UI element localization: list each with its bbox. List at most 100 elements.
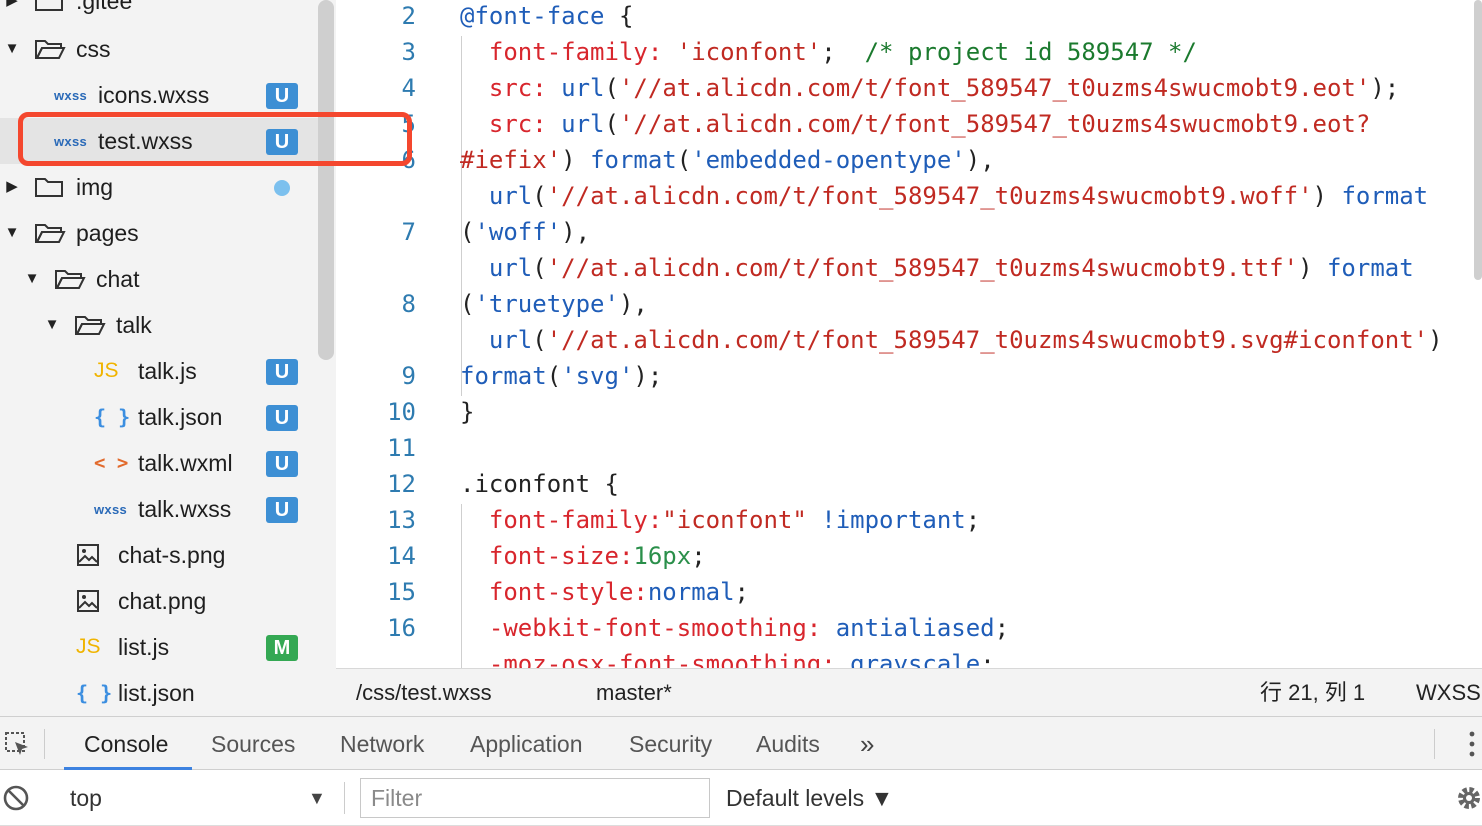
git-status-badge: U xyxy=(266,405,298,431)
file-icon: wxss xyxy=(94,496,127,522)
tab-application[interactable]: Application xyxy=(470,717,583,771)
code-token: @font-face xyxy=(460,2,605,30)
toolbar-divider xyxy=(44,729,45,759)
gear-icon[interactable] xyxy=(1456,784,1482,812)
image-file-icon xyxy=(76,543,100,567)
status-file-path: /css/test.wxss xyxy=(356,680,492,705)
chevron-right-icon[interactable]: ▶ xyxy=(4,177,20,197)
code-token: ) xyxy=(1298,254,1327,282)
code-token: ( xyxy=(460,218,475,246)
tree-item-img[interactable]: ▶ img xyxy=(0,164,318,210)
line-number: 2 xyxy=(401,2,416,30)
code-token: ) xyxy=(1312,182,1342,210)
tree-item-talk-js[interactable]: JS talk.js U xyxy=(0,348,318,394)
json-file-icon: { } xyxy=(76,681,113,705)
tree-item-talk-json[interactable]: { } talk.json U xyxy=(0,394,318,440)
log-levels-dropdown[interactable]: Default levels ▼ xyxy=(726,778,893,818)
code-token: antialiased xyxy=(835,614,995,642)
wxss-file-icon: wxss xyxy=(54,87,88,103)
status-cursor-position[interactable]: 行 21, 列 1 xyxy=(1260,669,1365,717)
tree-scrollbar[interactable] xyxy=(318,0,334,360)
selection-highlight-box xyxy=(18,112,412,166)
code-token: !important xyxy=(821,506,966,534)
tree-item-label: chat-s.png xyxy=(118,542,226,568)
status-language[interactable]: WXSS xyxy=(1416,669,1481,717)
context-selector[interactable]: top ▼ xyxy=(56,778,336,818)
tab-sources[interactable]: Sources xyxy=(211,717,295,771)
code-token: format xyxy=(460,362,547,390)
inspect-element-icon[interactable] xyxy=(4,731,30,757)
code-token: 'woff' xyxy=(474,218,562,246)
js-file-icon: JS xyxy=(94,359,119,382)
code-token: -moz-osx-font-smoothing: xyxy=(460,650,851,668)
code-token: ; xyxy=(994,614,1010,642)
line-number: 3 xyxy=(401,38,416,66)
line-number: 13 xyxy=(387,506,416,534)
code-token: ), xyxy=(618,290,648,318)
clear-console-icon[interactable] xyxy=(2,784,30,812)
filter-placeholder: Filter xyxy=(371,785,423,811)
toolbar-divider xyxy=(1434,729,1435,759)
code-token: '//at.alicdn.com/t/font_589547_t0uzms4sw… xyxy=(618,74,1371,102)
code-token: -webkit-font-smoothing: xyxy=(460,614,836,642)
code-line: -moz-osx-font-smoothing: grayscale; xyxy=(460,646,995,668)
tree-item-chat-png[interactable]: chat.png xyxy=(0,578,318,624)
folder-open-icon xyxy=(54,266,86,292)
context-selector-value: top xyxy=(70,785,102,811)
tree-item-list-json[interactable]: { } list.json xyxy=(0,670,318,716)
wxml-file-icon: < > xyxy=(94,452,129,474)
tab-audits[interactable]: Audits xyxy=(756,717,820,771)
tree-item-talk-wxml[interactable]: < > talk.wxml U xyxy=(0,440,318,486)
line-number: 4 xyxy=(401,74,416,102)
code-token: ( xyxy=(532,182,547,210)
code-token: 'embedded-opentype' xyxy=(691,146,966,174)
line-number: 12 xyxy=(387,470,416,498)
tree-item-talk-wxss[interactable]: wxss talk.wxss U xyxy=(0,486,318,532)
code-token: font-family: xyxy=(460,506,663,534)
status-bar: /css/test.wxss master* 行 21, 列 1 WXSS xyxy=(336,668,1482,717)
code-token: format xyxy=(590,146,677,174)
code-line: -webkit-font-smoothing: antialiased; xyxy=(460,610,1009,646)
tab-console[interactable]: Console xyxy=(84,717,168,771)
chevron-down-icon[interactable]: ▼ xyxy=(24,269,40,289)
file-icon: < > xyxy=(94,450,128,476)
tree-item-chat-s-png[interactable]: chat-s.png xyxy=(0,532,318,578)
tree-item-chat[interactable]: ▼ chat xyxy=(0,256,318,302)
code-token: ( xyxy=(460,290,475,318)
code-line: .iconfont { xyxy=(460,466,619,502)
code-line: src: url('//at.alicdn.com/t/font_589547_… xyxy=(460,106,1370,142)
code-token: ( xyxy=(604,110,619,138)
status-git-branch[interactable]: master* xyxy=(596,669,672,717)
more-options-icon[interactable] xyxy=(1462,729,1482,759)
code-editor[interactable]: 2 3 4 5 6 7 8 9 10 11 12 13 14 15 16 @font-face { font-… xyxy=(336,0,1482,668)
editor-scrollbar[interactable] xyxy=(1474,0,1482,280)
code-token: ; xyxy=(980,650,995,668)
tab-network[interactable]: Network xyxy=(340,717,424,771)
code-line: ('truetype'), xyxy=(460,286,648,322)
filter-input[interactable]: Filter xyxy=(360,778,710,818)
code-line: url('//at.alicdn.com/t/font_589547_t0uzm… xyxy=(460,250,1414,286)
tree-item-css[interactable]: ▼ css xyxy=(0,26,318,72)
code-token: 'iconfont' xyxy=(676,38,822,66)
code-token: font-style: xyxy=(460,578,648,606)
line-number: 15 xyxy=(387,578,416,606)
code-token: font-size: xyxy=(460,542,634,570)
chevron-down-icon[interactable]: ▼ xyxy=(4,39,20,59)
tree-item-list-js[interactable]: JS list.js M xyxy=(0,624,318,670)
tab-security[interactable]: Security xyxy=(629,717,712,771)
code-token: ( xyxy=(604,74,619,102)
chevron-right-icon[interactable]: ▶ xyxy=(4,0,20,11)
tree-item-label: css xyxy=(76,36,111,62)
chevron-down-icon[interactable]: ▼ xyxy=(4,223,20,243)
code-token: ) xyxy=(1428,326,1443,354)
code-token: ( xyxy=(546,362,562,390)
tree-item-pages[interactable]: ▼ pages xyxy=(0,210,318,256)
more-tabs-icon[interactable]: » xyxy=(860,717,874,771)
code-token: ( xyxy=(676,146,692,174)
tree-item-gitee[interactable]: ▶ .gitee xyxy=(0,0,318,24)
line-number: 14 xyxy=(387,542,416,570)
code-token: grayscale xyxy=(850,650,981,668)
tree-item-talk[interactable]: ▼ talk xyxy=(0,302,318,348)
chevron-down-icon[interactable]: ▼ xyxy=(44,315,60,335)
